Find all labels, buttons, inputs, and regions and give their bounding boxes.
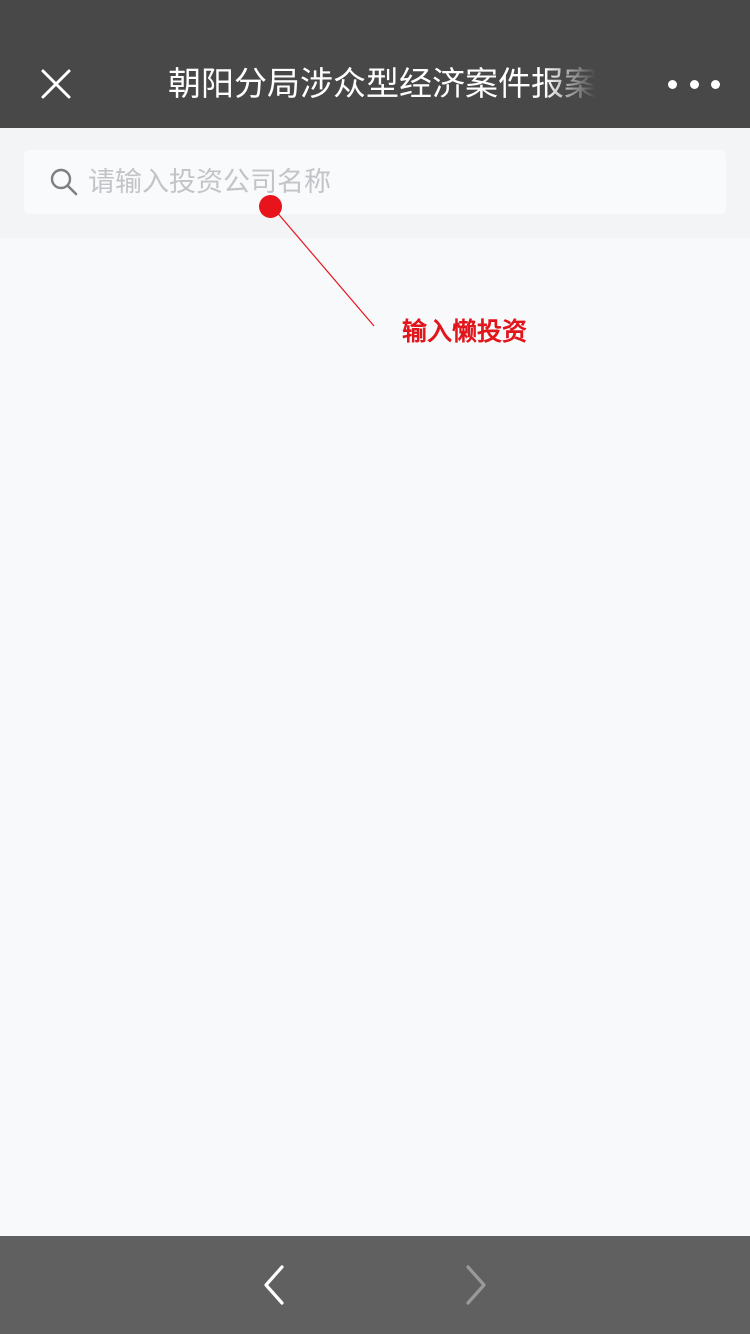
more-icon [668,79,677,89]
chevron-right-icon[interactable] [458,1262,494,1308]
close-button[interactable] [32,60,80,108]
page-title: 朝阳分局涉众型经济案件报案 [168,64,596,103]
more-button[interactable] [668,62,720,106]
annotation-marker [259,195,282,218]
chevron-left-icon[interactable] [256,1262,292,1308]
search-bar [0,128,750,238]
annotation-label: 输入懒投资 [402,317,528,346]
search-input[interactable] [88,158,688,206]
browser-toolbar [0,1236,750,1334]
navigation-bar: 朝阳分局涉众型经济案件报案 [0,0,750,128]
search-icon [50,168,78,196]
close-icon [41,69,71,99]
search-box[interactable] [24,150,726,214]
